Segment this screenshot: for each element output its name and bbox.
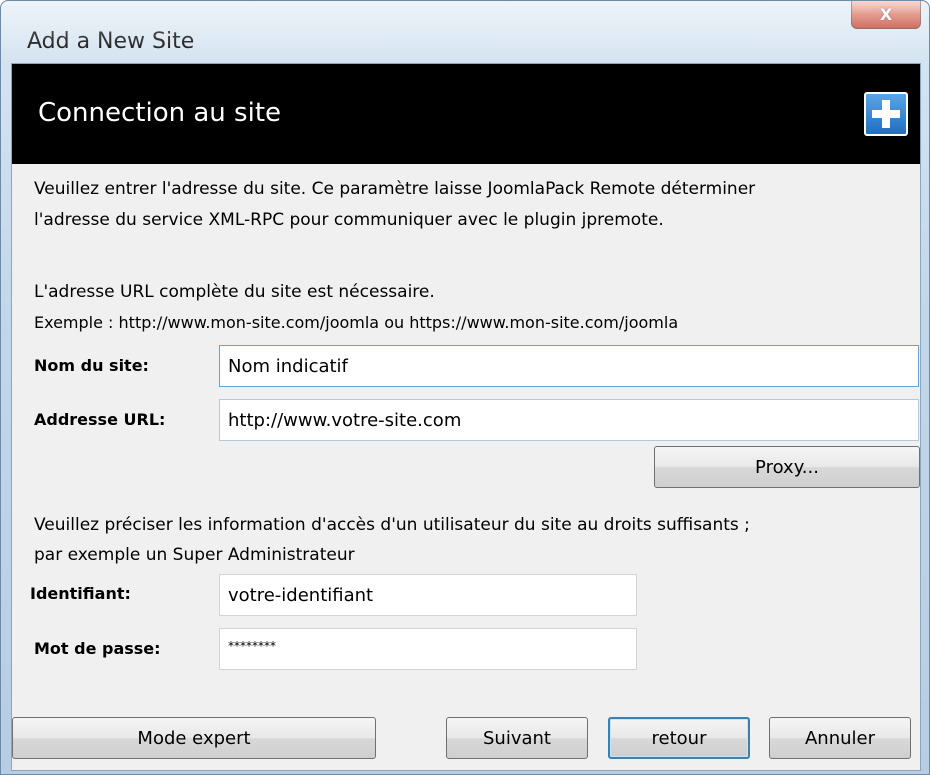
intro-text-line4: Exemple : http://www.mon-site.com/joomla… <box>34 313 679 332</box>
close-button[interactable]: X <box>851 1 921 29</box>
header-banner: Connection au site <box>12 64 920 164</box>
mode-expert-button[interactable]: Mode expert <box>12 717 376 759</box>
cancel-button[interactable]: Annuler <box>769 717 911 759</box>
site-url-input[interactable]: http://www.votre-site.com <box>219 399 919 441</box>
credentials-text-line1: Veuillez préciser les information d'accè… <box>34 515 750 535</box>
intro-text-line3: L'adresse URL complète du site est néces… <box>34 282 435 302</box>
site-name-input[interactable]: Nom indicatif <box>219 345 919 387</box>
username-label: Identifiant: <box>30 584 131 603</box>
dialog-window: Add a New Site X Connection au site Veui… <box>0 0 930 775</box>
site-url-label: Addresse URL: <box>34 410 166 429</box>
site-name-label: Nom du site: <box>34 356 149 375</box>
next-button[interactable]: Suivant <box>446 717 588 759</box>
intro-text-line2: l'adresse du service XML-RPC pour commun… <box>34 210 664 230</box>
username-value: votre-identifiant <box>228 584 374 606</box>
password-label: Mot de passe: <box>34 639 161 658</box>
intro-text-line1: Veuillez entrer l'adresse du site. Ce pa… <box>34 179 756 199</box>
back-button[interactable]: retour <box>608 717 750 759</box>
password-value: ******** <box>228 639 276 653</box>
site-url-value: http://www.votre-site.com <box>228 409 462 431</box>
credentials-text-line2: par exemple un Super Administrateur <box>34 545 355 565</box>
window-title: Add a New Site <box>27 29 195 54</box>
proxy-button[interactable]: Proxy... <box>654 446 920 488</box>
close-icon: X <box>879 5 893 24</box>
banner-title: Connection au site <box>38 98 282 128</box>
add-plus-icon <box>864 92 908 136</box>
site-name-value: Nom indicatif <box>228 355 348 377</box>
username-input[interactable]: votre-identifiant <box>219 574 637 616</box>
dialog-content: Connection au site Veuillez entrer l'adr… <box>11 63 921 771</box>
password-input[interactable]: ******** <box>219 628 637 670</box>
